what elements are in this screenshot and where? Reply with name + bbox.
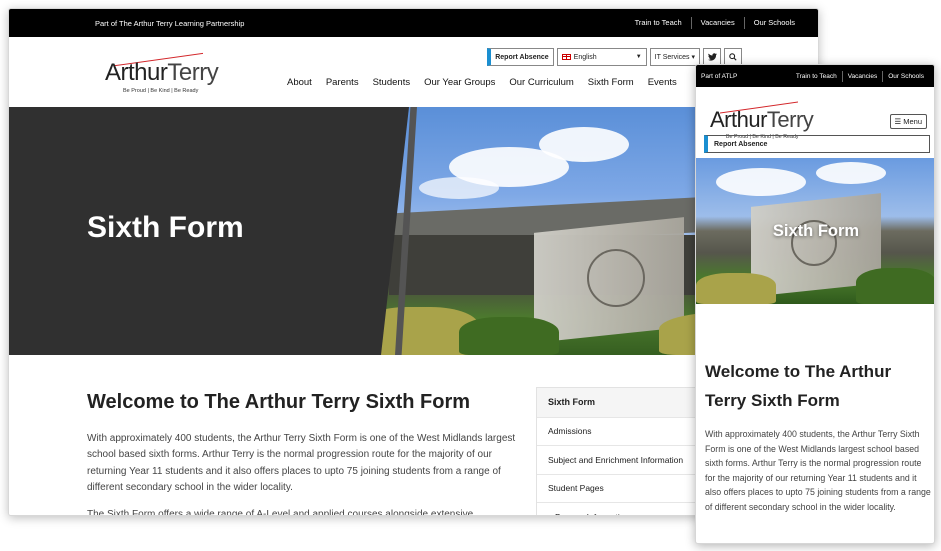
it-services-dropdown[interactable]: IT Services ▾ bbox=[649, 48, 700, 66]
second-paragraph: The Sixth Form offers a wide range of A-… bbox=[87, 509, 474, 516]
logo-tagline: Be Proud | Be Kind | Be Ready bbox=[123, 88, 199, 94]
our-schools-link[interactable]: Our Schools bbox=[743, 17, 804, 29]
chevron-down-icon: ▼ bbox=[635, 54, 642, 60]
hero-title: Sixth Form bbox=[87, 211, 244, 244]
train-to-teach-link[interactable]: Train to Teach bbox=[626, 17, 691, 29]
nav-sixth-form[interactable]: Sixth Form bbox=[588, 77, 634, 88]
menu-button[interactable]: ☰ Menu bbox=[889, 114, 927, 129]
page-heading: Welcome to The Arthur Terry Sixth Form bbox=[87, 391, 471, 413]
top-links: Train to Teach Vacancies Our Schools bbox=[626, 17, 804, 29]
mobile-partnership-link[interactable]: Part of ATLP bbox=[701, 73, 737, 80]
menu-label: Menu bbox=[903, 117, 922, 126]
logo-word-terry: Terry bbox=[167, 59, 219, 86]
mobile-intro-paragraph: With approximately 400 students, the Art… bbox=[705, 429, 931, 512]
vacancies-link[interactable]: Vacancies bbox=[690, 17, 744, 29]
main-navigation: About Parents Students Our Year Groups O… bbox=[287, 77, 691, 88]
nav-events[interactable]: Events bbox=[648, 77, 677, 88]
partnership-link[interactable]: Part of The Arthur Terry Learning Partne… bbox=[95, 19, 244, 28]
nav-about[interactable]: About bbox=[287, 77, 312, 88]
school-logo[interactable]: ArthurTerry Be Proud | Be Kind | Be Read… bbox=[105, 51, 235, 97]
mobile-vacancies-link[interactable]: Vacancies bbox=[841, 70, 883, 82]
nav-our-curriculum[interactable]: Our Curriculum bbox=[509, 77, 573, 88]
uk-flag-icon bbox=[561, 53, 571, 60]
mobile-page-heading: Welcome to The Arthur Terry Sixth Form bbox=[705, 362, 892, 410]
mobile-our-schools-link[interactable]: Our Schools bbox=[882, 70, 929, 82]
mobile-top-bar: Part of ATLP Train to Teach Vacancies Ou… bbox=[696, 65, 934, 87]
top-bar: Part of The Arthur Terry Learning Partne… bbox=[9, 9, 818, 37]
nav-our-year-groups[interactable]: Our Year Groups bbox=[424, 77, 495, 88]
logo-word-arthur: Arthur bbox=[105, 59, 168, 86]
mobile-logo-word-arthur: Arthur bbox=[710, 107, 767, 132]
intro-paragraph: With approximately 400 students, the Art… bbox=[87, 433, 516, 493]
report-absence-button[interactable]: Report Absence bbox=[487, 48, 554, 66]
language-select[interactable]: English ▼ bbox=[556, 48, 647, 66]
language-value: English bbox=[573, 53, 597, 61]
hamburger-icon: ☰ bbox=[894, 117, 902, 126]
mobile-screenshot: Part of ATLP Train to Teach Vacancies Ou… bbox=[695, 64, 935, 544]
mobile-hero-title: Sixth Form bbox=[772, 222, 860, 240]
nav-students[interactable]: Students bbox=[373, 77, 411, 88]
mobile-logo-word-terry: Terry bbox=[766, 107, 814, 132]
mobile-top-links: Train to Teach Vacancies Our Schools bbox=[791, 70, 929, 82]
mobile-train-to-teach-link[interactable]: Train to Teach bbox=[791, 71, 842, 82]
mobile-report-absence-button[interactable]: Report Absence bbox=[704, 135, 930, 153]
nav-parents[interactable]: Parents bbox=[326, 77, 359, 88]
mobile-hero-banner: Sixth Form bbox=[696, 158, 934, 304]
